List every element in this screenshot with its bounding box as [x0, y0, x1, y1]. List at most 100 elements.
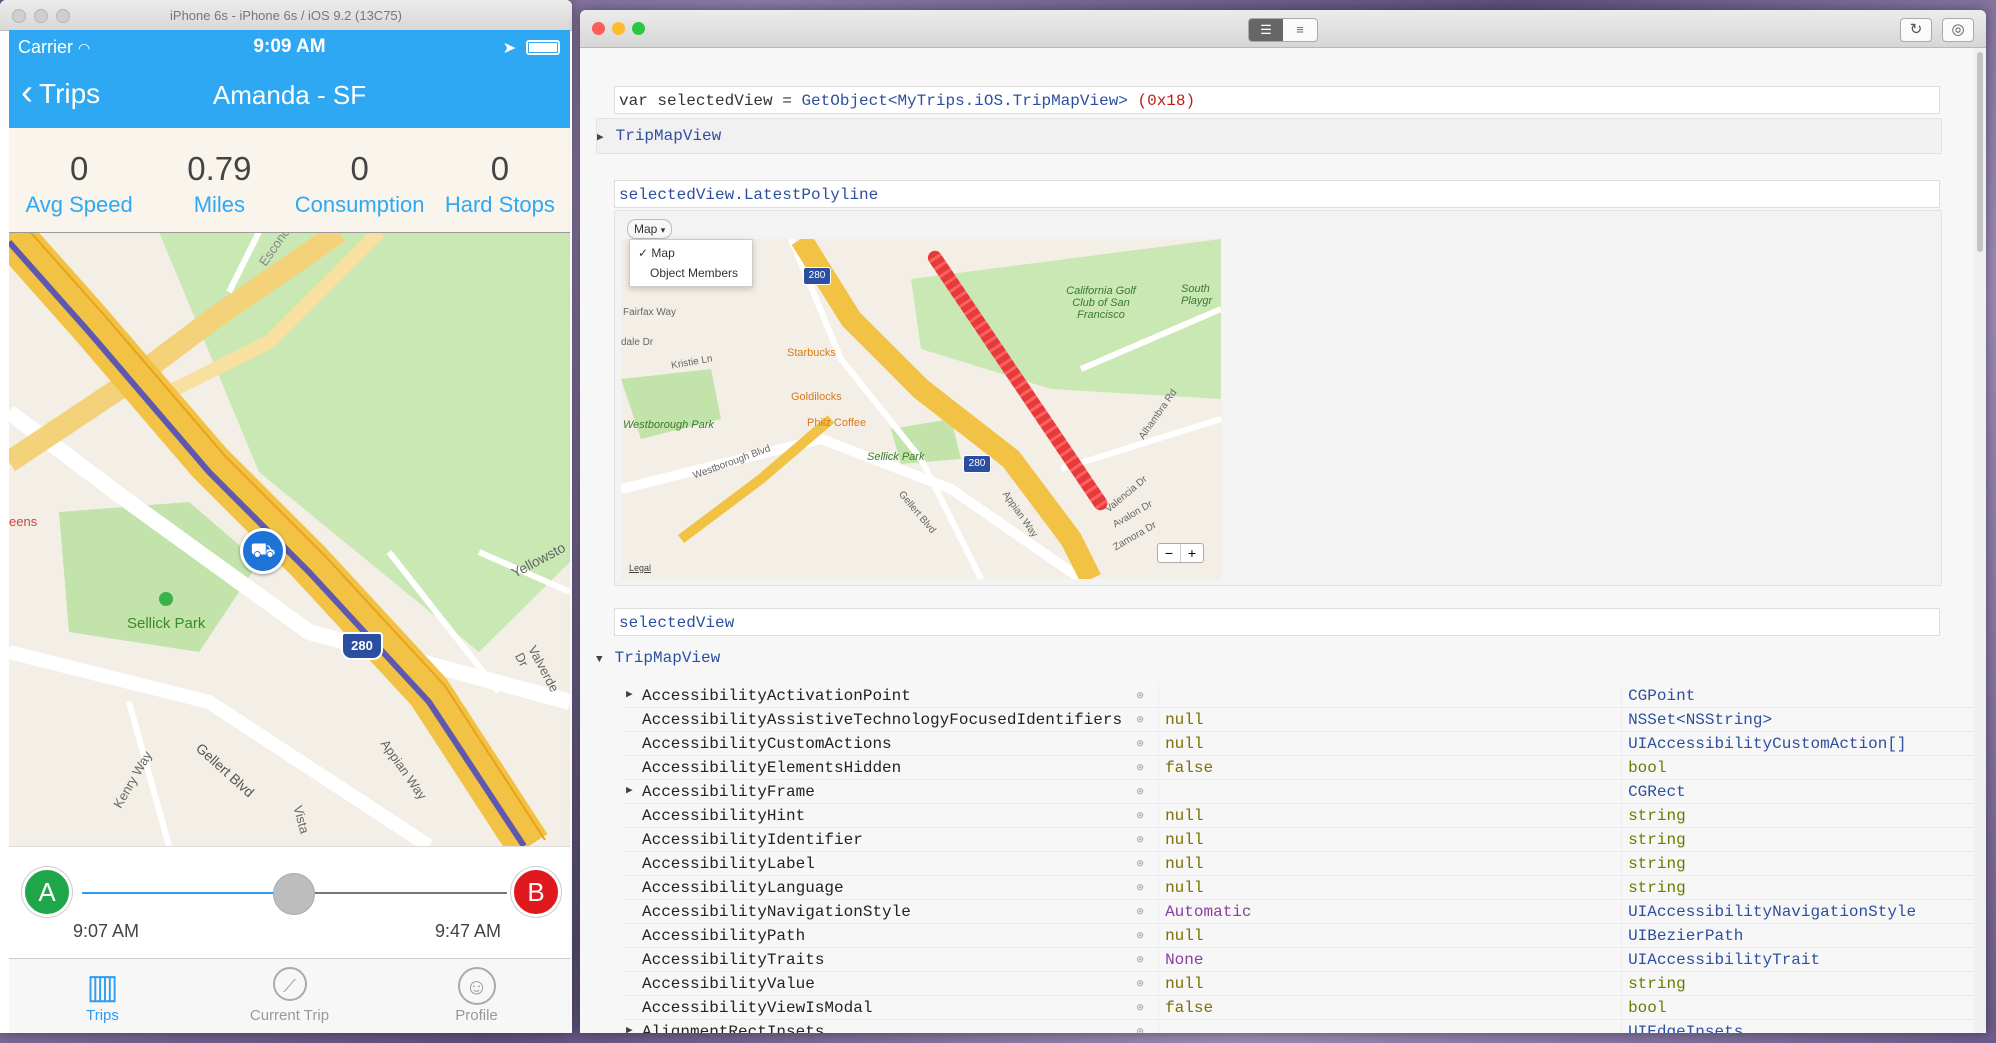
stat-value: 0: [350, 150, 369, 187]
property-name-text: AccessibilityHint: [642, 806, 806, 825]
result-type: TripMapView: [614, 649, 721, 667]
add-watch-icon[interactable]: ⊕: [1122, 875, 1159, 900]
menu-item-map[interactable]: ✓ Map: [630, 243, 752, 263]
timeline-track-remaining: [292, 892, 507, 894]
polyline-map[interactable]: 280 280 California Golf Club of San Fran…: [621, 239, 1221, 579]
property-row[interactable]: AccessibilityValue ⊕ null string: [622, 971, 1974, 996]
add-watch-icon[interactable]: ⊕: [1122, 779, 1159, 804]
property-row[interactable]: AccessibilityHint ⊕ null string: [622, 803, 1974, 828]
menu-item-object-members[interactable]: Object Members: [630, 263, 752, 283]
property-row[interactable]: AccessibilityElementsHidden ⊕ false bool: [622, 755, 1974, 780]
map-view-menu: ✓ Map Object Members: [629, 239, 753, 287]
result-row-1[interactable]: ▶ TripMapView: [596, 118, 1942, 154]
scrollbar-thumb[interactable]: [1977, 52, 1983, 252]
property-row[interactable]: ▶ AccessibilityFrame ⊕ CGRect: [622, 779, 1974, 804]
property-value: null: [1158, 803, 1622, 828]
property-row[interactable]: AccessibilityCustomActions ⊕ null UIAccessi…: [622, 731, 1974, 756]
disclosure-triangle-icon[interactable]: ▶: [597, 132, 604, 144]
property-name: ▶ AccessibilityActivationPoint: [622, 684, 1123, 708]
car-location-marker[interactable]: ⛟: [240, 528, 286, 574]
park-marker-icon: [159, 592, 173, 606]
result-row-3[interactable]: ▼ TripMapView: [596, 644, 720, 672]
property-type: CGPoint: [1621, 684, 1974, 708]
property-type: string: [1621, 827, 1974, 852]
property-name: AccessibilityTraits: [622, 947, 1123, 972]
disclosure-triangle-open-icon[interactable]: ▼: [596, 654, 603, 666]
code-cell-1[interactable]: var selectedView = GetObject<MyTrips.iOS…: [614, 86, 1940, 114]
property-value: [1158, 779, 1622, 804]
add-watch-icon[interactable]: ⊕: [1122, 923, 1159, 948]
property-name-text: AccessibilityPath: [642, 926, 806, 945]
add-watch-icon[interactable]: ⊕: [1122, 971, 1159, 996]
property-value: null: [1158, 707, 1622, 732]
disclosure-triangle-icon[interactable]: ▶: [626, 783, 633, 797]
list-view-icon[interactable]: ≡: [1283, 19, 1317, 41]
zoom-window-button[interactable]: [632, 22, 645, 35]
add-watch-icon[interactable]: ⊕: [1122, 684, 1159, 708]
property-value: false: [1158, 755, 1622, 780]
property-name-text: AccessibilityElementsHidden: [642, 758, 902, 777]
stat-hard-stops: 0 Hard Stops: [430, 128, 570, 232]
code-cell-3[interactable]: selectedView: [614, 608, 1940, 636]
legal-link[interactable]: Legal: [629, 563, 651, 573]
property-row[interactable]: AccessibilityNavigationStyle ⊕ Automatic UI…: [622, 899, 1974, 924]
property-name: AccessibilityViewIsModal: [622, 995, 1123, 1020]
property-type: UIAccessibilityTrait: [1621, 947, 1974, 972]
minimize-window-button[interactable]: [612, 22, 625, 35]
property-name: ▶ AccessibilityFrame: [622, 779, 1123, 804]
add-watch-icon[interactable]: ⊕: [1122, 1019, 1159, 1033]
add-watch-icon[interactable]: ⊕: [1122, 707, 1159, 732]
property-row[interactable]: AccessibilityAssistiveTechnologyFocusedI…: [622, 707, 1974, 732]
property-name: AccessibilityPath: [622, 923, 1123, 948]
outline-view-icon[interactable]: ☰: [1249, 19, 1283, 41]
nav-title: Amanda - SF: [212, 80, 367, 110]
tab-profile[interactable]: ☺ Profile: [383, 959, 570, 1033]
stat-label: Consumption: [294, 192, 425, 217]
inspect-target-icon[interactable]: ◎: [1942, 18, 1974, 42]
close-window-button[interactable]: [592, 22, 605, 35]
refresh-icon[interactable]: ↻: [1900, 18, 1932, 42]
property-row[interactable]: AccessibilityLabel ⊕ null string: [622, 851, 1974, 876]
trip-map[interactable]: ⛟ 280 Sellick Park Gellert Blvd Appian W…: [9, 232, 570, 846]
add-watch-icon[interactable]: ⊕: [1122, 803, 1159, 828]
property-value: Automatic: [1158, 899, 1622, 924]
map-view-dropdown[interactable]: Map ▾: [627, 219, 673, 239]
scrollbar-track[interactable]: [1974, 48, 1986, 1033]
property-value: null: [1158, 875, 1622, 900]
timeline-slider-thumb[interactable]: [273, 873, 315, 915]
code-cell-2[interactable]: selectedView.LatestPolyline: [614, 180, 1940, 208]
add-watch-icon[interactable]: ⊕: [1122, 995, 1159, 1020]
property-row[interactable]: AccessibilityIdentifier ⊕ null string: [622, 827, 1974, 852]
code-text: selectedView.LatestPolyline: [619, 186, 879, 204]
property-type: UIAccessibilityNavigationStyle: [1621, 899, 1974, 924]
property-row[interactable]: AccessibilityPath ⊕ null UIBezierPath: [622, 923, 1974, 948]
tab-current-trip[interactable]: ⟋ Current Trip: [196, 959, 383, 1033]
disclosure-triangle-icon[interactable]: ▶: [626, 1023, 633, 1033]
property-row[interactable]: ▶ AlignmentRectInsets ⊕ UIEdgeInsets: [622, 1019, 1974, 1033]
add-watch-icon[interactable]: ⊕: [1122, 755, 1159, 780]
property-row[interactable]: AccessibilityLanguage ⊕ null string: [622, 875, 1974, 900]
add-watch-icon[interactable]: ⊕: [1122, 731, 1159, 756]
add-watch-icon[interactable]: ⊕: [1122, 851, 1159, 876]
zoom-in-button[interactable]: +: [1181, 544, 1203, 562]
property-row[interactable]: AccessibilityTraits ⊕ None UIAccessibilityT…: [622, 947, 1974, 972]
property-name-text: AccessibilityLanguage: [642, 878, 844, 897]
property-value: false: [1158, 995, 1622, 1020]
tab-label: Trips: [86, 1007, 119, 1024]
add-watch-icon[interactable]: ⊕: [1122, 827, 1159, 852]
location-arrow-icon: ➤: [502, 40, 516, 57]
navigation-bar: ‹ Trips Amanda - SF: [9, 64, 570, 128]
zoom-out-button[interactable]: −: [1158, 544, 1181, 562]
property-name-text: AccessibilityFrame: [642, 782, 815, 801]
add-watch-icon[interactable]: ⊕: [1122, 947, 1159, 972]
stat-label: Miles: [193, 192, 246, 217]
property-row[interactable]: ▶ AccessibilityActivationPoint ⊕ CGPoint: [622, 684, 1974, 708]
property-type: string: [1621, 875, 1974, 900]
property-name: AccessibilityIdentifier: [622, 827, 1123, 852]
stat-avg-speed: 0 Avg Speed: [9, 128, 149, 232]
disclosure-triangle-icon[interactable]: ▶: [626, 687, 633, 701]
property-value: [1158, 684, 1622, 708]
property-row[interactable]: AccessibilityViewIsModal ⊕ false bool: [622, 995, 1974, 1020]
tab-trips[interactable]: ▥ Trips: [9, 959, 196, 1033]
add-watch-icon[interactable]: ⊕: [1122, 899, 1159, 924]
